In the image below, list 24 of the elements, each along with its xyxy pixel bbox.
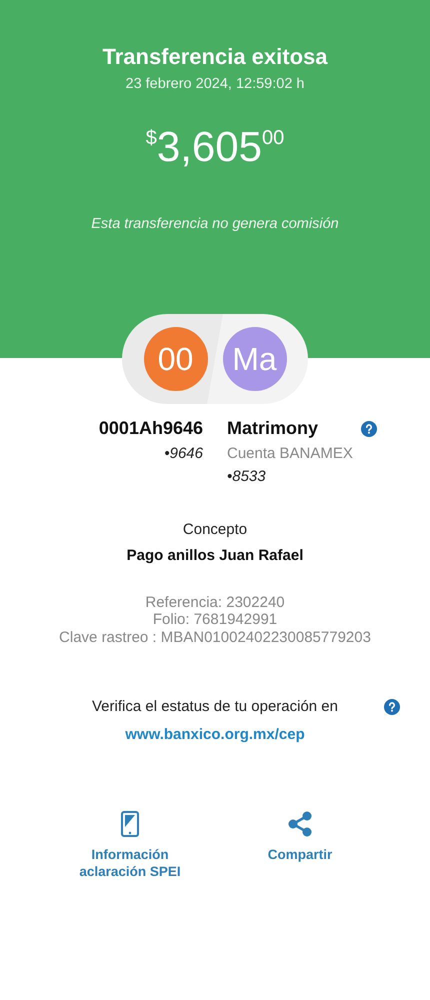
status-title: Transferencia exitosa xyxy=(101,44,329,70)
help-icon[interactable] xyxy=(361,420,377,436)
account-name: Matrimony xyxy=(227,418,318,439)
share-action-button[interactable]: Compartir xyxy=(240,810,360,880)
transfer-amount: $^{$}$3,605$^{00}$ xyxy=(146,126,284,168)
avatar: Ma xyxy=(222,327,286,391)
transfer-datetime: 23 febrero 2024, 12:59:02 h xyxy=(124,76,306,92)
detail-line: Folio: 7681942991 xyxy=(152,611,278,628)
account-number: •8533 xyxy=(227,468,266,485)
detail-line: Referencia: 2302240 xyxy=(145,594,285,612)
concept-value: Pago anillos Juan Rafael xyxy=(126,547,304,564)
verify-text: Verifica el estatus de tu operación en xyxy=(92,698,338,715)
avatar: 00 xyxy=(144,327,208,391)
commission-note: Esta transferencia no genera comisión xyxy=(90,216,340,232)
phone-icon xyxy=(121,810,139,837)
detail-line: Clave rastreo : MBAN01002402230085779203 xyxy=(59,628,371,646)
account-name: 0001Ah9646 xyxy=(98,418,203,439)
account-number: •9646 xyxy=(164,445,203,462)
phone-action-button[interactable]: Información aclaración SPEI xyxy=(70,810,190,880)
share-icon xyxy=(288,810,312,837)
concept-label: Concepto xyxy=(182,521,248,538)
banxico-link[interactable]: www.banxico.org.mx/cep xyxy=(125,726,305,743)
help-icon[interactable] xyxy=(384,698,400,715)
bank-name: Cuenta BANAMEX xyxy=(227,445,353,462)
